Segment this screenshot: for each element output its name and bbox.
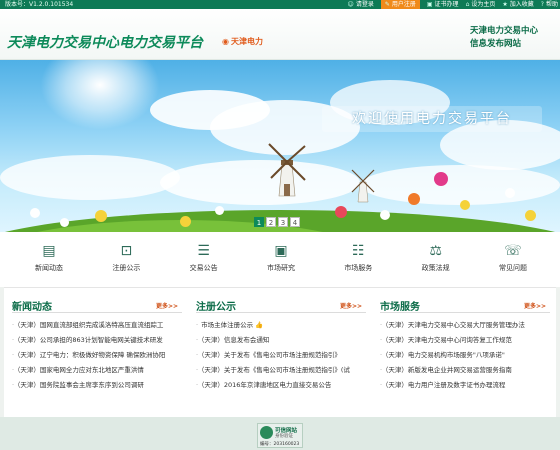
banner-glow <box>40 60 160 130</box>
site-logo[interactable]: 天津电力交易中心电力交易平台 <box>7 32 203 52</box>
help-icon: ? <box>540 1 544 8</box>
login-link[interactable]: ☺ 请登录 <box>348 0 374 9</box>
news-more-link[interactable]: 更多>> <box>156 301 178 310</box>
set-homepage-link[interactable]: ⌂ 设为主页 <box>466 0 496 9</box>
top-bar: 版本号：V1.2.0.101534 ☺ 请登录 ✎ 用户注册 ▣ 证书办理 ⌂ 设为主页… <box>0 0 560 9</box>
list-item[interactable]: · （天津）2016年京津唐地区电力直接交易公告 <box>196 378 366 393</box>
help-link[interactable]: ? 帮助 <box>541 0 558 9</box>
quick-links: ▤ 新闻动态 ⊡ 注册公示 ☰ 交易公告 ▣ 市场研究 ☷ 市场服务 ⚖ 政策法… <box>0 232 560 287</box>
flower <box>525 210 536 221</box>
service-title: 市场服务 <box>380 302 420 313</box>
top-links: ☺ 请登录 ✎ 用户注册 ▣ 证书办理 ⌂ 设为主页 ★ 加入收藏 ? 帮助 <box>341 0 558 9</box>
flower <box>335 206 347 218</box>
list-item[interactable]: · （天津）天津电力交易中心交易大厅服务管理办法 <box>380 318 550 333</box>
quick-link-register-notice[interactable]: ⊡ 注册公示 <box>99 232 153 287</box>
windmill-icon <box>268 143 306 197</box>
register-column: 注册公示 更多>> · 市场主体注册公示 👍 · （天津）信息发布会通知 · （天津）… <box>188 288 372 417</box>
favorite-link[interactable]: ★ 加入收藏 <box>502 0 533 9</box>
flower <box>95 210 107 222</box>
service-header: 市场服务 更多>> <box>380 298 550 313</box>
news-title: 新闻动态 <box>12 302 52 313</box>
windmill-icon <box>351 169 375 203</box>
service-list: · （天津）天津电力交易中心交易大厅服务管理办法 · （天津）天津电力交易中心问询答… <box>380 318 550 393</box>
register-header: 注册公示 更多>> <box>196 298 366 313</box>
trusted-site-seal[interactable]: 可信网站 身份验证 编号：203160023 <box>257 423 303 448</box>
list-item[interactable]: · （天津）国务院监事会主席李东序到公司调研 <box>12 378 182 393</box>
banner-slogan: 欢迎使用电力交易平台 <box>322 106 542 132</box>
policy-icon: ⚖ <box>429 243 442 259</box>
list-item[interactable]: · （天津）新版发电企业并网交易运营服务指南 <box>380 363 550 378</box>
quick-link-trade-notice[interactable]: ☰ 交易公告 <box>177 232 231 287</box>
service-more-link[interactable]: 更多>> <box>524 301 546 310</box>
news-header: 新闻动态 更多>> <box>12 298 182 313</box>
banner-page-2[interactable]: 2 <box>266 217 276 227</box>
location-selector[interactable]: ◉ 天津电力 <box>222 36 263 47</box>
flower <box>460 200 470 210</box>
list-item[interactable]: · （天津）公司承担的863计划智能电网关键技术研发 <box>12 333 182 348</box>
banner-page-4[interactable]: 4 <box>290 217 300 227</box>
flower <box>380 210 390 220</box>
quick-link-faq[interactable]: ☏ 常见问题 <box>486 232 540 287</box>
site-subtitle: 天津电力交易中心 信息发布网站 <box>470 26 539 49</box>
flower <box>434 172 448 186</box>
register-link[interactable]: ✎ 用户注册 <box>380 0 420 9</box>
content-columns: 新闻动态 更多>> · （天津）国网直流部组织完成溪洛特高压直流组踪工 · （天津）… <box>4 287 556 417</box>
quick-link-policy[interactable]: ⚖ 政策法规 <box>409 232 463 287</box>
cloud <box>360 165 560 205</box>
news-icon: ▤ <box>42 243 56 259</box>
cloud <box>0 155 180 200</box>
list-item[interactable]: · （天津）关于发布《售电公司市场注册规范指引》(试 <box>196 363 366 378</box>
list-item[interactable]: · （天津）辽宁电力：积极做好物资保障 确保欧洲协阳 <box>12 348 182 363</box>
home-icon: ⌂ <box>465 1 470 8</box>
list-item[interactable]: · （天津）天津电力交易中心问询答复工作规范 <box>380 333 550 348</box>
news-column: 新闻动态 更多>> · （天津）国网直流部组织完成溪洛特高压直流组踪工 · （天津）… <box>4 288 188 417</box>
faq-icon: ☏ <box>504 243 522 259</box>
banner-page-1[interactable]: 1 <box>254 217 264 227</box>
trade-notice-icon: ☰ <box>197 243 210 259</box>
flower <box>215 206 224 215</box>
quick-link-service[interactable]: ☷ 市场服务 <box>331 232 385 287</box>
list-item[interactable]: · （天津）电力用户注册及数字证书办理流程 <box>380 378 550 393</box>
quick-link-news[interactable]: ▤ 新闻动态 <box>22 232 76 287</box>
list-item[interactable]: · （天津）关于发布《售电公司市场注册规范指引》 <box>196 348 366 363</box>
certificate-icon: ▣ <box>426 1 433 8</box>
hero-banner[interactable]: 欢迎使用电力交易平台 1 2 3 4 <box>0 60 560 232</box>
service-icon: ☷ <box>352 243 365 259</box>
certificate-link[interactable]: ▣ 证书办理 <box>427 0 459 9</box>
register-icon: ✎ <box>384 1 390 8</box>
news-list: · （天津）国网直流部组织完成溪洛特高压直流组踪工 · （天津）公司承担的863计划… <box>12 318 182 393</box>
register-more-link[interactable]: 更多>> <box>340 301 362 310</box>
globe-icon <box>260 426 273 439</box>
version-text: 版本号：V1.2.0.101534 <box>5 1 74 8</box>
list-item[interactable]: · 市场主体注册公示 👍 <box>196 318 366 333</box>
flower <box>60 218 69 227</box>
thumb-up-icon: 👍 <box>255 321 264 329</box>
flower <box>30 208 40 218</box>
flower <box>505 188 515 198</box>
header: 天津电力交易中心电力交易平台 ◉ 天津电力 天津电力交易中心 信息发布网站 <box>0 9 560 60</box>
cloud <box>160 160 360 205</box>
flower <box>180 216 191 227</box>
quick-link-research[interactable]: ▣ 市场研究 <box>254 232 308 287</box>
flower <box>408 193 420 205</box>
user-icon: ☺ <box>347 1 354 8</box>
register-title: 注册公示 <box>196 302 236 313</box>
banner-pager: 1 2 3 4 <box>254 217 302 227</box>
research-icon: ▣ <box>274 243 288 259</box>
register-list: · 市场主体注册公示 👍 · （天津）信息发布会通知 · （天津）关于发布《售电公司市… <box>196 318 366 393</box>
list-item[interactable]: · （天津）国家电网全力应对东北地区严重洪情 <box>12 363 182 378</box>
location-pin-icon: ◉ <box>222 37 229 46</box>
service-column: 市场服务 更多>> · （天津）天津电力交易中心交易大厅服务管理办法 · （天津）天… <box>372 288 556 417</box>
star-icon: ★ <box>502 1 508 8</box>
list-item[interactable]: · （天津）电力交易机构市场服务"八项承诺" <box>380 348 550 363</box>
register-notice-icon: ⊡ <box>120 243 133 259</box>
list-item[interactable]: · （天津）信息发布会通知 <box>196 333 366 348</box>
banner-page-3[interactable]: 3 <box>278 217 288 227</box>
list-item[interactable]: · （天津）国网直流部组织完成溪洛特高压直流组踪工 <box>12 318 182 333</box>
